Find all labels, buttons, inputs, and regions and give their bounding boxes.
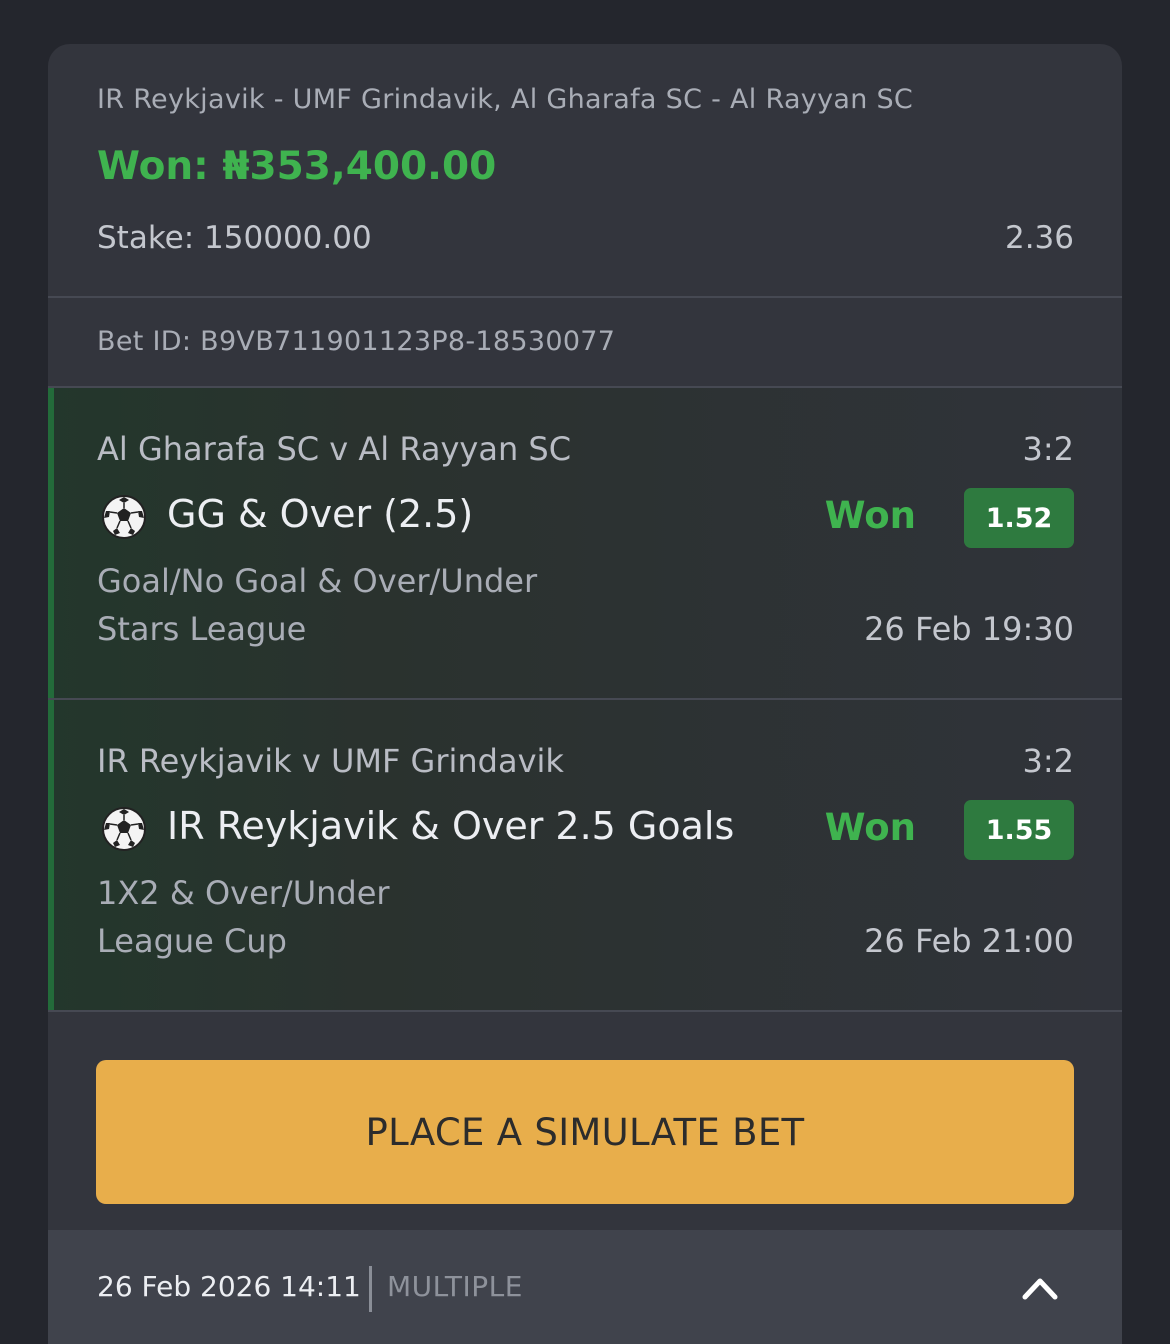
pick-row: IR Reykjavik & Over 2.5 Goals Won 1.55	[97, 800, 1074, 860]
placed-date: 26 Feb 2026 14:11	[97, 1270, 361, 1303]
bet-id: Bet ID: B9VB711901123P8-18530077	[97, 326, 616, 357]
soccer-ball-icon	[102, 495, 146, 539]
bet-type: MULTIPLE	[387, 1270, 523, 1303]
simulate-bet-button[interactable]: PLACE A SIMULATE BET	[96, 1060, 1074, 1204]
chevron-up-icon[interactable]	[1022, 1272, 1058, 1302]
kickoff-time: 26 Feb 21:00	[864, 922, 1074, 960]
selection-item[interactable]: IR Reykjavik v UMF Grindavik 3:2 IR Reyk…	[48, 700, 1122, 1010]
kickoff-time: 26 Feb 19:30	[864, 610, 1074, 648]
separator	[369, 1266, 372, 1312]
league-name: League Cup	[97, 922, 287, 960]
action-area: PLACE A SIMULATE BET	[48, 1012, 1122, 1228]
won-amount: Won: ₦353,400.00	[97, 144, 497, 189]
pick-name: GG & Over (2.5)	[167, 492, 474, 536]
bet-card: IR Reykjavik - UMF Grindavik, Al Gharafa…	[48, 44, 1122, 1344]
pick-row: GG & Over (2.5) Won 1.52	[97, 488, 1074, 548]
odds-badge: 1.52	[964, 488, 1074, 548]
stake-amount: Stake: 150000.00	[97, 220, 372, 256]
selection-item[interactable]: Al Gharafa SC v Al Rayyan SC 3:2 GG & Ov…	[48, 388, 1122, 698]
bet-id-row: Bet ID: B9VB711901123P8-18530077	[48, 298, 1122, 386]
status-label: Won	[824, 494, 916, 537]
total-odds: 2.36	[1004, 220, 1074, 256]
event-score: 3:2	[1022, 742, 1075, 780]
market-name: 1X2 & Over/Under	[97, 874, 390, 912]
bet-summary: IR Reykjavik - UMF Grindavik, Al Gharafa…	[48, 44, 1122, 296]
event-score: 3:2	[1022, 430, 1075, 468]
market-name: Goal/No Goal & Over/Under	[97, 562, 538, 600]
event-name: IR Reykjavik v UMF Grindavik	[97, 742, 564, 780]
matches-title: IR Reykjavik - UMF Grindavik, Al Gharafa…	[97, 84, 914, 115]
bet-footer[interactable]: 26 Feb 2026 14:11 MULTIPLE	[48, 1230, 1122, 1344]
odds-badge: 1.55	[964, 800, 1074, 860]
status-label: Won	[824, 806, 916, 849]
pick-name: IR Reykjavik & Over 2.5 Goals	[167, 804, 735, 848]
league-name: Stars League	[97, 610, 307, 648]
soccer-ball-icon	[102, 807, 146, 851]
event-name: Al Gharafa SC v Al Rayyan SC	[97, 430, 572, 468]
